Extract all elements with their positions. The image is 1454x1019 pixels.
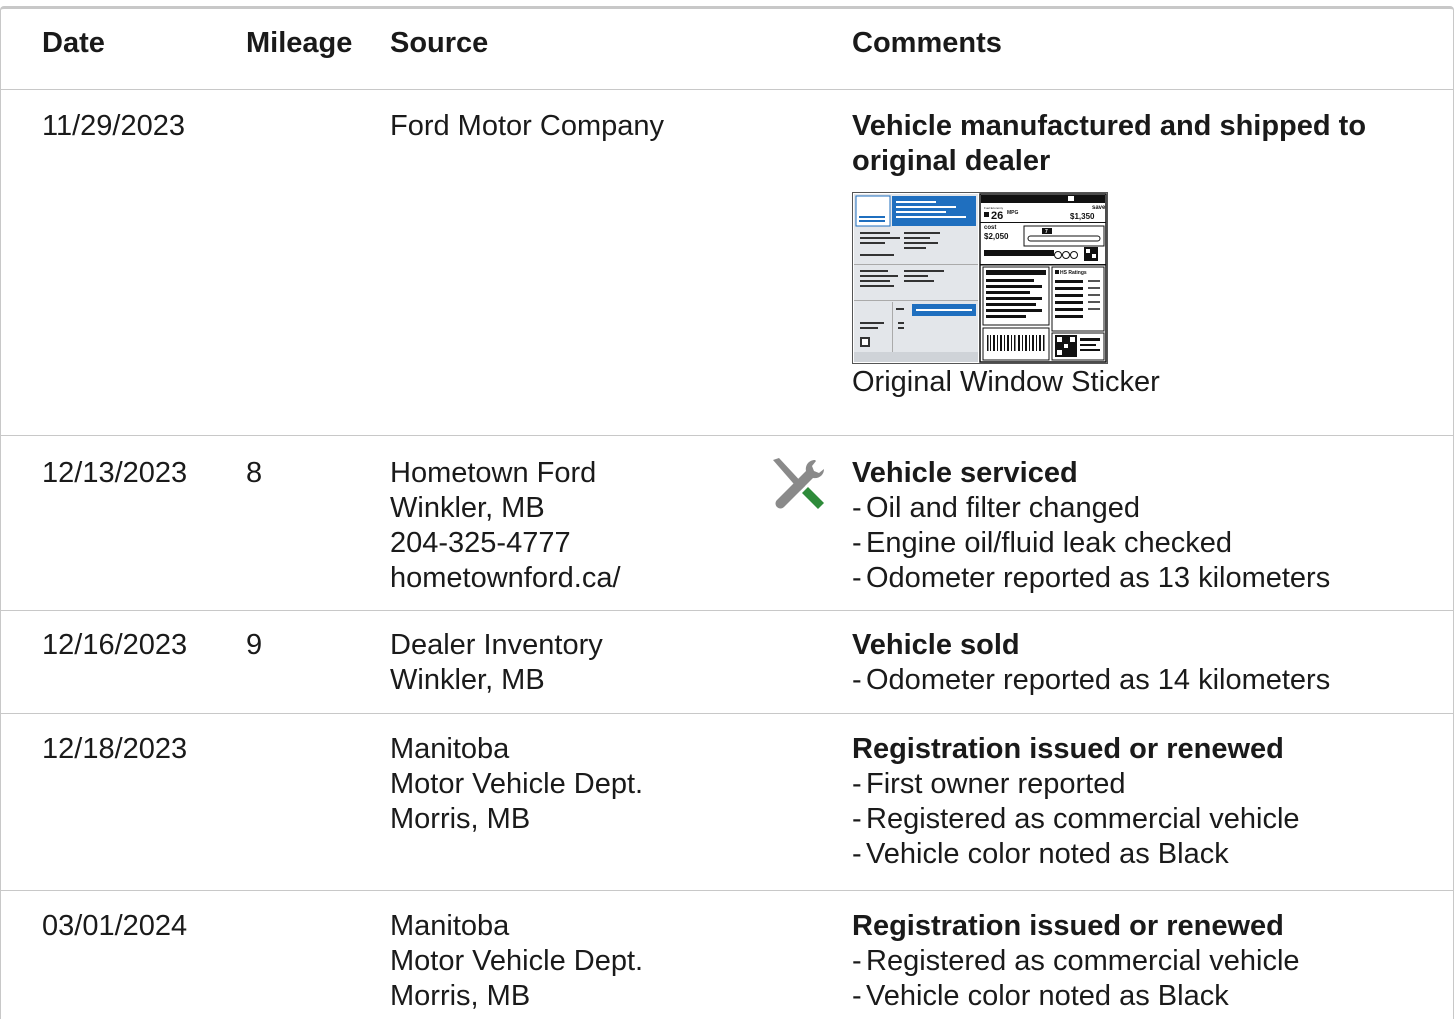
sticker-cost-value: $2,050 <box>984 232 1009 241</box>
source-line: Motor Vehicle Dept. <box>390 768 644 800</box>
row-date: 03/01/2024 <box>42 910 188 942</box>
row-date: 12/13/2023 <box>42 457 188 489</box>
vehicle-history-table: Date Mileage Source Comments 11/29/2023 … <box>0 6 1454 1019</box>
event-detail: - Vehicle color noted as Black <box>852 838 1229 870</box>
column-header-source: Source <box>390 27 489 59</box>
source-line: Hometown Ford <box>390 457 597 489</box>
table-row: 12/16/2023 9 Dealer Inventory Winkler, M… <box>1 611 1453 714</box>
sticker-save-label: save <box>1092 205 1106 211</box>
source-line: Ford Motor Company <box>390 110 664 142</box>
row-comments: Vehicle sold - Odometer reported as 14 ki… <box>852 628 1442 698</box>
column-header-comments: Comments <box>852 27 1002 59</box>
row-comments: Vehicle manufactured and shipped to orig… <box>852 109 1442 400</box>
source-line: 204-325-4777 <box>390 527 571 559</box>
event-detail: - Vehicle color noted as Black <box>852 980 1229 1012</box>
source-line: Manitoba <box>390 910 510 942</box>
event-title: Registration issued or renewed <box>852 910 1284 942</box>
event-title: Vehicle manufactured and shipped to orig… <box>852 110 1367 177</box>
event-detail: - First owner reported <box>852 768 1126 800</box>
sticker-save-value: $1,350 <box>1070 212 1095 221</box>
sticker-rating: 7 <box>1045 229 1048 235</box>
event-detail: - Oil and filter changed <box>852 492 1141 524</box>
table-header: Date Mileage Source Comments <box>1 9 1453 90</box>
sticker-mpg: 26 <box>991 210 1003 222</box>
column-header-date: Date <box>42 27 105 59</box>
source-line: Morris, MB <box>390 803 531 835</box>
source-line: hometownford.ca/ <box>390 562 621 594</box>
row-mileage: 8 <box>246 457 263 489</box>
event-detail: - Engine oil/fluid leak checked <box>852 527 1232 559</box>
window-sticker-thumbnail[interactable]: Fuel Economy 26 MPG save $1,350 cost $2,… <box>852 192 1108 364</box>
sticker-cost-label: cost <box>984 225 996 231</box>
event-detail: - Registered as commercial vehicle <box>852 803 1300 835</box>
event-detail: - Odometer reported as 14 kilometers <box>852 664 1331 696</box>
row-source: Hometown Ford Winkler, MB 204-325-4777 h… <box>390 456 621 596</box>
row-date: 12/16/2023 <box>42 629 188 661</box>
table-row: 11/29/2023 Ford Motor Company Vehicle ma… <box>1 90 1453 436</box>
event-title: Registration issued or renewed <box>852 733 1284 765</box>
source-line: Dealer Inventory <box>390 629 603 661</box>
row-mileage: 9 <box>246 629 263 661</box>
source-line: Winkler, MB <box>390 492 545 524</box>
event-detail: - Odometer reported as 13 kilometers <box>852 562 1331 594</box>
sticker-caption[interactable]: Original Window Sticker <box>852 365 1442 400</box>
event-title: Vehicle sold <box>852 629 1020 661</box>
table-row: 03/01/2024 Manitoba Motor Vehicle Dept. … <box>1 891 1453 1019</box>
row-comments: Registration issued or renewed - First ow… <box>852 732 1442 872</box>
source-line: Winkler, MB <box>390 664 545 696</box>
source-line: Morris, MB <box>390 980 531 1012</box>
sticker-mpg-unit: MPG <box>1007 210 1019 216</box>
event-title: Vehicle serviced <box>852 457 1078 489</box>
source-line: Motor Vehicle Dept. <box>390 945 644 977</box>
column-header-mileage: Mileage <box>246 27 353 59</box>
row-source: Dealer Inventory Winkler, MB <box>390 628 603 698</box>
table-row: 12/18/2023 Manitoba Motor Vehicle Dept. … <box>1 714 1453 891</box>
row-date: 12/18/2023 <box>42 733 188 765</box>
row-date: 11/29/2023 <box>42 110 185 142</box>
row-source: Ford Motor Company <box>390 109 664 144</box>
sticker-ratings-label: HS Ratings <box>1060 270 1087 276</box>
row-source: Manitoba Motor Vehicle Dept. Morris, MB <box>390 732 643 837</box>
table-row: 12/13/2023 8 Hometown Ford Winkler, MB 2… <box>1 436 1453 611</box>
row-comments: Vehicle serviced - Oil and filter changed… <box>852 456 1442 596</box>
row-source: Manitoba Motor Vehicle Dept. Morris, MB <box>390 909 643 1014</box>
event-detail: - Registered as commercial vehicle <box>852 945 1300 977</box>
row-comments: Registration issued or renewed - Register… <box>852 909 1442 1014</box>
wrench-screwdriver-icon <box>773 458 824 509</box>
source-line: Manitoba <box>390 733 510 765</box>
